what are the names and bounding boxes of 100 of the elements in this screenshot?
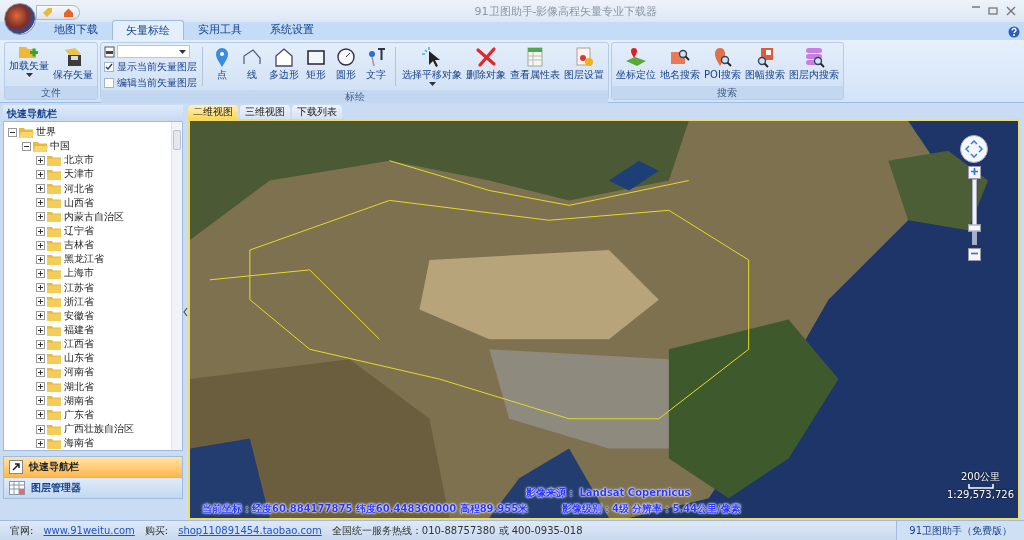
tree-item[interactable]: 上海市 [64, 266, 94, 281]
view-tab[interactable]: 二维视图 [188, 105, 238, 119]
ribbon-button[interactable]: 地名搜索 [659, 45, 701, 83]
ribbon-button[interactable]: 加载矢量 [8, 45, 50, 78]
tree-item[interactable]: 安徽省 [64, 308, 94, 323]
collapse-handle-icon[interactable] [183, 305, 188, 318]
shop-link[interactable]: shop110891454.taobao.com [178, 525, 322, 536]
tree-item[interactable]: 湖南省 [64, 393, 94, 408]
tree-item[interactable]: 山西省 [64, 195, 94, 210]
scale-bar-icon [967, 484, 994, 489]
expand-icon[interactable] [36, 311, 45, 321]
expand-icon[interactable] [36, 353, 45, 363]
tree-item[interactable]: 世界 [36, 125, 56, 140]
tree-item[interactable]: 广西壮族自治区 [64, 422, 134, 436]
view-tab[interactable]: 三维视图 [240, 105, 290, 119]
checkbox[interactable] [104, 62, 114, 72]
ribbon-tab[interactable]: 实用工具 [184, 19, 256, 40]
tree-item[interactable]: 江西省 [64, 337, 94, 352]
ribbon-button[interactable]: 文字 [362, 45, 390, 83]
tree-item[interactable]: 福建省 [64, 323, 94, 338]
scrollbar[interactable] [171, 122, 182, 450]
tree-item[interactable]: 湖北省 [64, 379, 94, 394]
tree-item[interactable]: 内蒙古自治区 [64, 209, 124, 224]
tree-item[interactable]: 海南省 [64, 436, 94, 450]
folder-icon [47, 169, 62, 180]
tree-item[interactable]: 天津市 [64, 167, 94, 182]
expand-icon[interactable] [36, 410, 45, 420]
tree-item[interactable]: 黑龙江省 [64, 252, 104, 267]
map-pin-icon [625, 46, 647, 68]
expand-icon[interactable] [36, 424, 45, 434]
collapse-icon[interactable] [8, 127, 17, 137]
folder-icon [47, 183, 62, 195]
floppy-disk-icon [62, 46, 84, 68]
nav-button[interactable]: 快速导航栏 [3, 456, 183, 478]
ribbon-button[interactable]: 圆形 [332, 45, 360, 83]
ribbon-button[interactable]: 多边形 [268, 45, 300, 83]
expand-icon[interactable] [36, 339, 45, 349]
expand-icon[interactable] [36, 268, 45, 278]
tree-item[interactable]: 河南省 [64, 365, 94, 380]
tree-item[interactable]: 浙江省 [64, 294, 94, 309]
ribbon-tab[interactable]: 系统设置 [256, 19, 328, 40]
expand-icon[interactable] [36, 198, 45, 208]
help-icon[interactable] [1008, 26, 1020, 38]
close-icon [1006, 6, 1016, 16]
tree-item[interactable]: 山东省 [64, 351, 94, 366]
tree-item[interactable]: 中国 [50, 139, 70, 154]
ribbon-tab[interactable]: 矢量标绘 [112, 20, 184, 40]
expand-icon[interactable] [36, 325, 45, 335]
scale-ratio: 1:29,573,726 [947, 489, 1014, 500]
ribbon-tab[interactable]: 地图下载 [40, 19, 112, 40]
tree-item[interactable]: 吉林省 [64, 238, 94, 253]
expand-icon[interactable] [36, 184, 45, 194]
tree-item[interactable]: 河北省 [64, 181, 94, 196]
expand-icon[interactable] [36, 396, 45, 406]
status-label: 购买: [144, 523, 169, 538]
expand-icon[interactable] [36, 438, 45, 448]
expand-icon[interactable] [36, 367, 45, 377]
ribbon-button[interactable]: 图层设置 [563, 45, 605, 83]
expand-icon[interactable] [36, 382, 45, 392]
expand-icon[interactable] [36, 240, 45, 250]
panel-title: 快速导航栏 [3, 105, 183, 121]
folder-icon [47, 211, 62, 223]
ribbon-button[interactable]: 线 [238, 45, 266, 83]
nav-button[interactable]: 图层管理器 [3, 477, 183, 499]
checkbox[interactable] [104, 78, 114, 88]
collapse-icon[interactable] [22, 141, 31, 151]
ribbon-button[interactable]: 查看属性表 [509, 45, 561, 83]
home-icon [63, 7, 74, 18]
website-link[interactable]: www.91weitu.com [43, 525, 135, 536]
circle-icon [335, 46, 357, 68]
folder-icon [47, 395, 62, 407]
expand-icon[interactable] [36, 283, 45, 293]
folder-icon [47, 197, 62, 209]
tree-item[interactable]: 北京市 [64, 153, 94, 168]
ribbon-button[interactable]: 保存矢量 [52, 45, 94, 83]
window-title: 91卫图助手-影像高程矢量专业下载器 [473, 3, 659, 19]
ribbon-button[interactable]: 坐标定位 [615, 45, 657, 83]
folder-icon [47, 437, 62, 449]
tree-item[interactable]: 广东省 [64, 407, 94, 422]
folder-icon [47, 423, 62, 435]
ribbon-button[interactable]: 图幅搜索 [743, 45, 786, 83]
expand-icon[interactable] [36, 212, 45, 222]
ribbon-button[interactable]: 删除对象 [465, 45, 507, 83]
document-gear-icon [573, 46, 595, 68]
view-tab[interactable]: 下载列表 [292, 105, 342, 119]
expand-icon[interactable] [36, 254, 45, 264]
folder-icon [47, 409, 62, 421]
expand-icon[interactable] [36, 226, 45, 236]
expand-icon[interactable] [36, 297, 45, 307]
ribbon-button[interactable]: POI搜索 [703, 45, 742, 83]
folder-icon [47, 381, 62, 393]
ribbon-button[interactable]: 图层内搜索 [787, 45, 840, 83]
edition-label: 91卫图助手（免费版） [896, 521, 1024, 540]
ribbon-button[interactable]: 点 [208, 45, 236, 83]
expand-icon[interactable] [36, 155, 45, 165]
ribbon-button[interactable]: 选择平移对象 [401, 45, 463, 87]
expand-icon[interactable] [36, 170, 45, 179]
tree-item[interactable]: 辽宁省 [64, 224, 94, 239]
ribbon-button[interactable]: 矩形 [302, 45, 330, 83]
tree-item[interactable]: 江苏省 [64, 280, 94, 295]
